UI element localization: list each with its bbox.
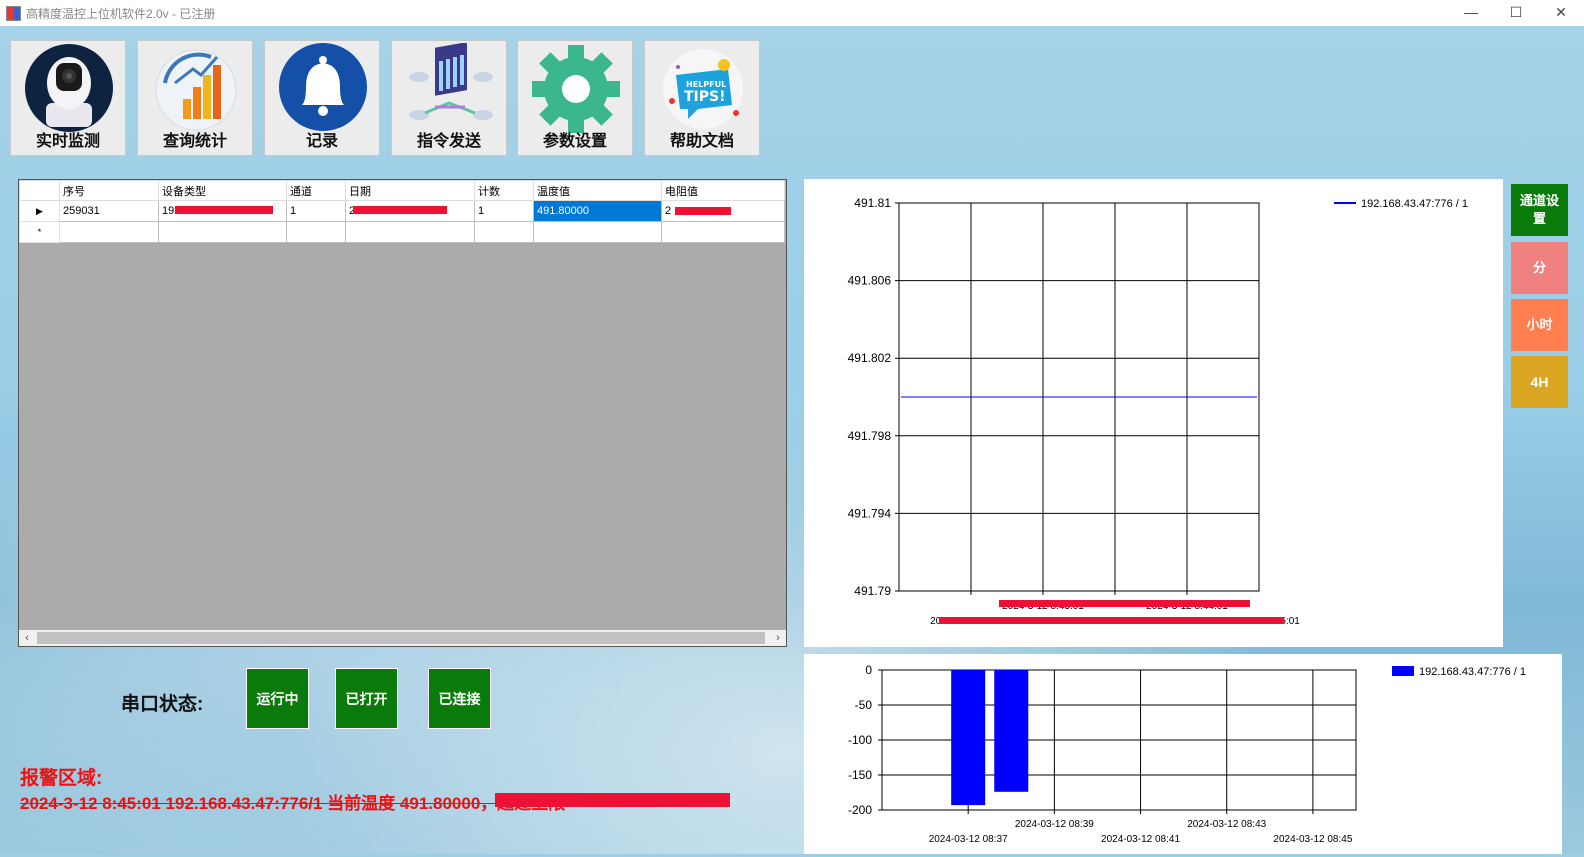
empty-cell[interactable] [59,221,159,243]
redaction-mark [495,793,730,807]
x-tick-label: 2024-03-12 08:39 [1015,819,1094,830]
title-bar: 高精度温控上位机软件2.0v - 已注册 — ☐ ✕ [0,0,1584,26]
bar [994,670,1029,792]
scroll-right-icon[interactable]: › [770,630,786,646]
column-header-device-type[interactable]: 设备类型 [158,180,287,201]
grid-header-row: 序号 设备类型 通道 日期 计数 温度值 电阻值 [19,180,785,201]
query-stats-button[interactable]: 查询统计 [137,40,253,156]
bar-growth-icon [155,49,237,131]
y-tick-label: -100 [848,733,872,747]
hour-button[interactable]: 小时 [1511,299,1568,351]
bar [951,670,986,806]
close-button[interactable]: ✕ [1538,0,1584,26]
toolbar-label: 记录 [305,133,338,150]
four-hour-button[interactable]: 4H [1511,356,1568,408]
toolbar-label: 查询统计 [162,133,227,150]
redaction-mark [999,600,1250,607]
scroll-thumb[interactable] [37,632,765,644]
x-tick-label: 2024-03-12 08:37 [929,834,1008,845]
alarm-area-title: 报警区域: [20,768,103,789]
column-header-resistance[interactable]: 电阻值 [661,180,785,201]
bar-chart: 0 -50 -100 -150 -200 2024-03-12 08:39 2024-03-… [848,663,1526,845]
helpful-tips-icon: HELPFUL TIPS! [663,49,743,129]
window-title: 高精度温控上位机软件2.0v - 已注册 [26,7,216,21]
new-row[interactable]: * [19,221,785,243]
y-tick-label: 491.806 [848,274,892,288]
connected-button[interactable]: 已连接 [428,668,491,729]
column-header-count[interactable]: 计数 [474,180,534,201]
redaction-mark [939,617,1284,624]
y-tick-label: 491.798 [848,429,892,443]
redaction-mark [175,206,273,214]
empty-cell[interactable] [661,221,785,243]
gear-icon [532,45,620,133]
current-row-arrow-icon: ▶ [19,200,60,222]
empty-cell[interactable] [286,221,346,243]
empty-cell[interactable] [533,221,662,243]
redaction-mark [675,207,731,215]
column-header-date[interactable]: 日期 [345,180,475,201]
legend-label: 192.168.43.47:776 / 1 [1361,198,1468,210]
app-icon [6,6,21,21]
scroll-left-icon[interactable]: ‹ [19,630,35,646]
minute-button[interactable]: 分 [1511,242,1568,294]
channel-settings-button[interactable]: 通道设置 [1511,184,1568,236]
column-header-temperature[interactable]: 温度值 [533,180,662,201]
column-header-seq[interactable]: 序号 [59,180,159,201]
minimize-button[interactable]: — [1448,0,1494,26]
cell-count[interactable]: 1 [474,200,534,222]
param-settings-button[interactable]: 参数设置 [517,40,633,156]
y-tick-label: 491.81 [854,196,891,210]
y-tick-label: 0 [865,663,872,677]
legend-label: 192.168.43.47:776 / 1 [1419,666,1526,678]
y-tick-label: -150 [848,768,872,782]
alarm-message: 2024-3-12 8:45:01 192.168.43.47:776/1 当前… [20,794,566,813]
opened-button[interactable]: 已打开 [335,668,398,729]
command-send-button[interactable]: 指令发送 [391,40,507,156]
cell-channel[interactable]: 1 [286,200,346,222]
bar-chart-panel: 0 -50 -100 -150 -200 2024-03-12 08:39 2024-03-… [804,654,1562,854]
x-tick-label: 2024-03-12 08:43 [1187,819,1266,830]
data-grid[interactable]: 序号 设备类型 通道 日期 计数 温度值 电阻值 ▶ 259031 192 1 … [18,179,787,647]
cell-seq[interactable]: 259031 [59,200,159,222]
y-tick-label: 491.802 [848,351,892,365]
legend-swatch [1392,666,1414,676]
row-header-corner [19,180,60,201]
camera-icon [25,44,113,132]
line-chart: 491.81 491.806 491.802 491.798 491.794 491.79… [848,196,1468,627]
x-tick-label: 2024-03-12 08:41 [1101,834,1180,845]
tips-big-text: TIPS! [684,89,726,105]
y-tick-label: 491.794 [848,506,892,520]
line-chart-panel: 491.81 491.806 491.802 491.798 491.794 491.79… [804,179,1503,647]
server-network-icon [409,43,493,120]
y-tick-label: -200 [848,803,872,817]
help-docs-button[interactable]: HELPFUL TIPS! 帮助文档 [644,40,760,156]
toolbar-label: 实时监测 [35,133,100,150]
toolbar-label: 参数设置 [542,133,607,150]
bell-icon [279,43,367,131]
x-tick-label: 2024-03-12 08:45 [1273,834,1352,845]
empty-cell[interactable] [345,221,475,243]
maximize-button[interactable]: ☐ [1493,0,1539,26]
toolbar-label: 指令发送 [416,133,481,150]
serial-status-label: 串口状态: [121,694,204,715]
empty-cell[interactable] [158,221,287,243]
realtime-monitor-button[interactable]: 实时监测 [10,40,126,156]
column-header-channel[interactable]: 通道 [286,180,346,201]
record-button[interactable]: 记录 [264,40,380,156]
cell-temperature[interactable]: 491.80000 [533,200,662,222]
redaction-mark [353,206,447,214]
new-row-star-icon: * [19,221,60,243]
horizontal-scrollbar[interactable]: ‹ › [19,630,786,646]
tips-small-text: HELPFUL [686,80,726,89]
y-tick-label: -50 [855,698,873,712]
toolbar-label: 帮助文档 [669,133,734,150]
empty-cell[interactable] [474,221,534,243]
y-tick-label: 491.79 [854,584,891,598]
running-button[interactable]: 运行中 [246,668,309,729]
